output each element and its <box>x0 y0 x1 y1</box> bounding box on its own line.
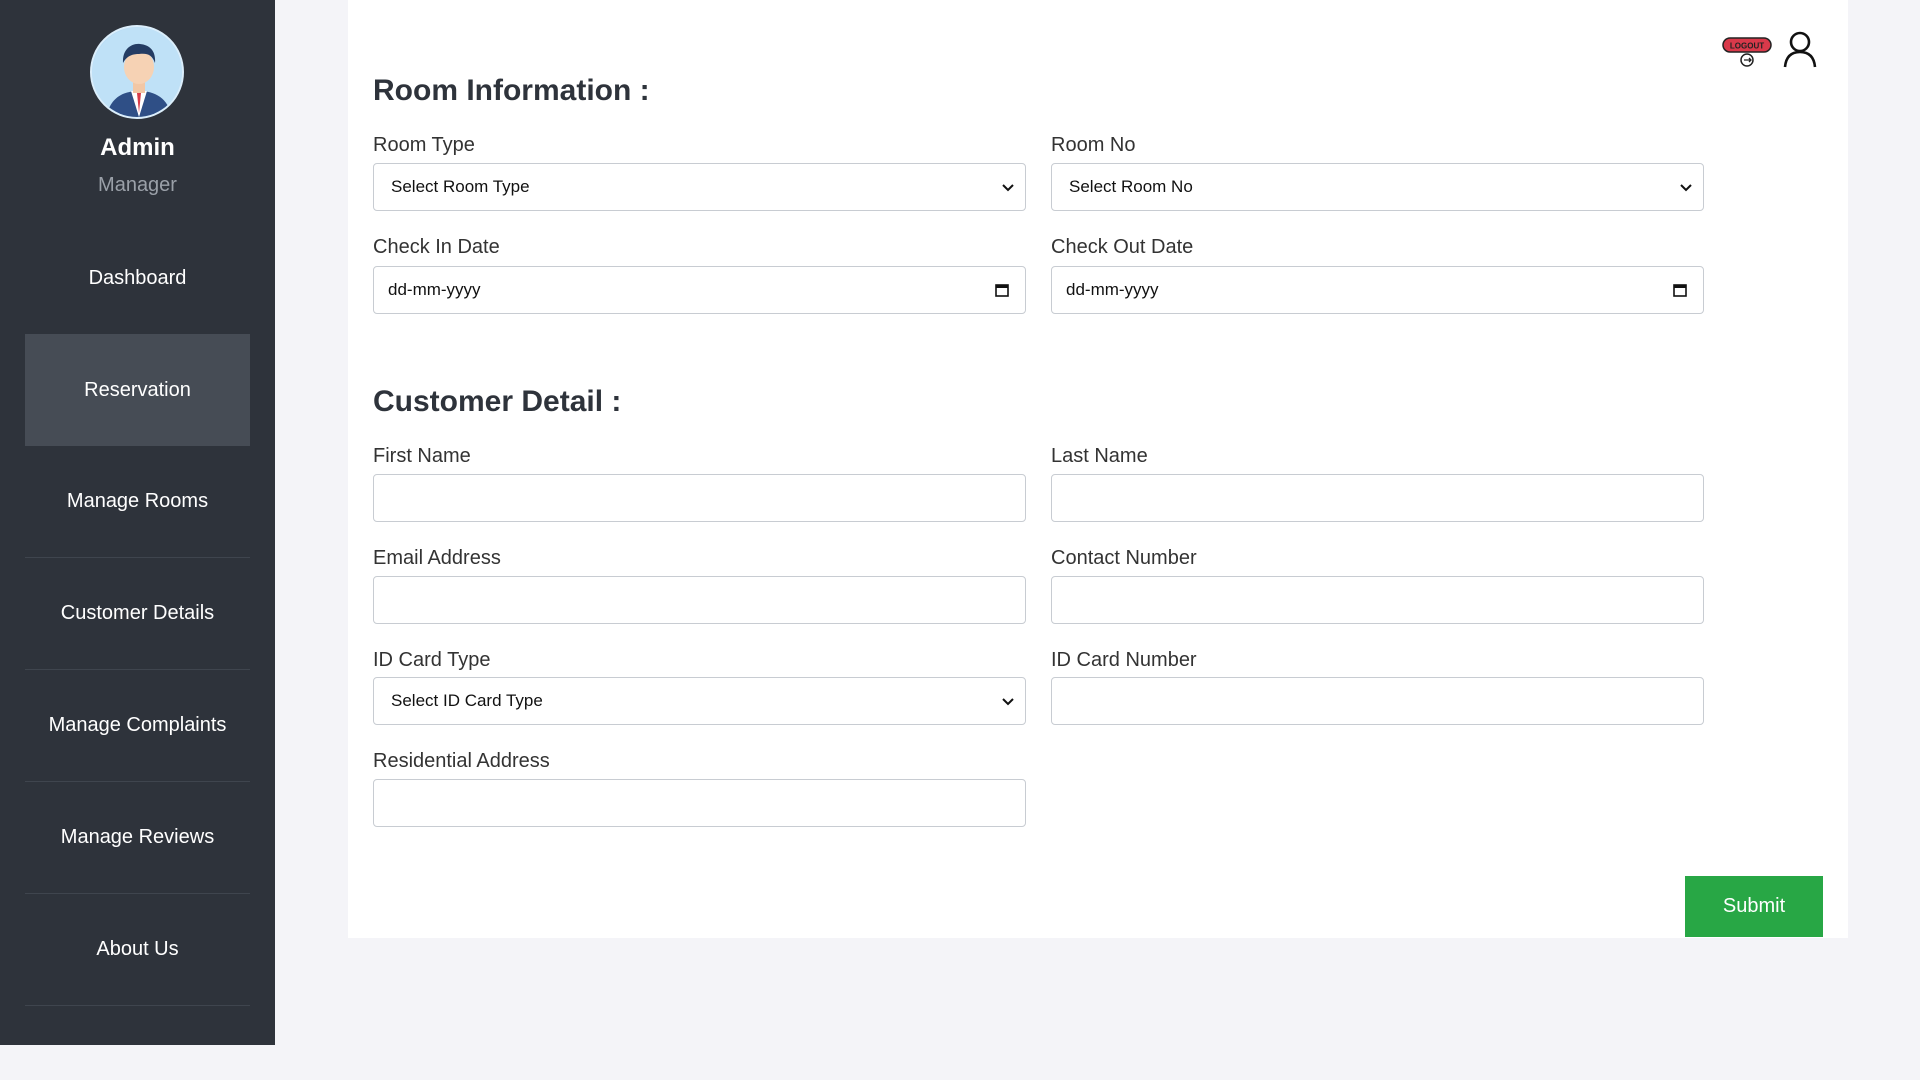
room-no-select[interactable]: Select Room No <box>1051 163 1704 211</box>
last-name-label: Last Name <box>1051 445 1148 467</box>
last-name-input[interactable] <box>1051 474 1704 522</box>
check-out-date-input[interactable]: dd-mm-yyyy <box>1051 266 1704 314</box>
email-label: Email Address <box>373 547 501 569</box>
room-type-select[interactable]: Select Room Type <box>373 163 1026 211</box>
sidebar-nav: Dashboard Reservation Manage Rooms Custo… <box>25 222 250 1006</box>
id-card-type-label: ID Card Type <box>373 649 491 671</box>
residential-address-input[interactable] <box>373 779 1026 827</box>
sidebar-item-manage-reviews[interactable]: Manage Reviews <box>25 782 250 894</box>
check-in-placeholder: dd-mm-yyyy <box>388 280 481 299</box>
room-type-selected: Select Room Type <box>391 177 530 196</box>
admin-role: Manager <box>98 174 177 196</box>
first-name-label: First Name <box>373 445 471 467</box>
reservation-form-card: LOGOUT Room Information : Room Type Sele… <box>348 0 1848 938</box>
sidebar-item-reservation[interactable]: Reservation <box>25 334 250 446</box>
chevron-down-icon <box>1677 178 1695 201</box>
logout-text: LOGOUT <box>1730 41 1764 50</box>
email-input[interactable] <box>373 576 1026 624</box>
room-no-selected: Select Room No <box>1069 177 1193 196</box>
sidebar-item-label: Dashboard <box>88 266 187 289</box>
admin-avatar-icon <box>90 25 184 119</box>
check-out-placeholder: dd-mm-yyyy <box>1066 280 1159 299</box>
sidebar-item-dashboard[interactable]: Dashboard <box>25 222 250 334</box>
check-in-label: Check In Date <box>373 236 500 258</box>
room-type-label: Room Type <box>373 134 475 156</box>
sidebar-item-label: Manage Rooms <box>66 490 209 512</box>
id-card-type-selected: Select ID Card Type <box>391 691 543 710</box>
sidebar-item-label: About Us <box>96 938 179 960</box>
sidebar-item-manage-rooms[interactable]: Manage Rooms <box>25 446 250 558</box>
customer-detail-title: Customer Detail : <box>373 385 622 418</box>
calendar-icon[interactable] <box>1671 281 1689 304</box>
sidebar: Admin Manager Dashboard Reservation Mana… <box>0 0 275 1045</box>
contact-number-input[interactable] <box>1051 576 1704 624</box>
id-card-type-select[interactable]: Select ID Card Type <box>373 677 1026 725</box>
submit-button[interactable]: Submit <box>1685 876 1823 937</box>
check-in-date-input[interactable]: dd-mm-yyyy <box>373 266 1026 314</box>
calendar-icon[interactable] <box>993 281 1011 304</box>
chevron-down-icon <box>999 692 1017 715</box>
chevron-down-icon <box>999 178 1017 201</box>
room-no-label: Room No <box>1051 134 1136 156</box>
header-actions: LOGOUT <box>1722 30 1818 73</box>
residential-address-label: Residential Address <box>373 750 550 772</box>
admin-name: Admin <box>100 134 175 161</box>
sidebar-item-about-us[interactable]: About Us <box>25 894 250 1006</box>
sidebar-item-label: Manage Complaints <box>48 714 227 736</box>
logout-icon[interactable]: LOGOUT <box>1722 34 1774 70</box>
sidebar-item-customer-details[interactable]: Customer Details <box>25 558 250 670</box>
check-out-label: Check Out Date <box>1051 236 1194 258</box>
user-icon[interactable] <box>1782 30 1818 73</box>
id-card-number-input[interactable] <box>1051 677 1704 725</box>
room-information-title: Room Information : <box>373 74 650 107</box>
first-name-input[interactable] <box>373 474 1026 522</box>
sidebar-item-label: Manage Reviews <box>60 826 215 848</box>
id-card-number-label: ID Card Number <box>1051 649 1197 671</box>
sidebar-item-label: Customer Details <box>60 602 215 624</box>
contact-number-label: Contact Number <box>1051 547 1197 569</box>
sidebar-item-manage-complaints[interactable]: Manage Complaints <box>25 670 250 782</box>
sidebar-item-label: Reservation <box>84 378 191 401</box>
